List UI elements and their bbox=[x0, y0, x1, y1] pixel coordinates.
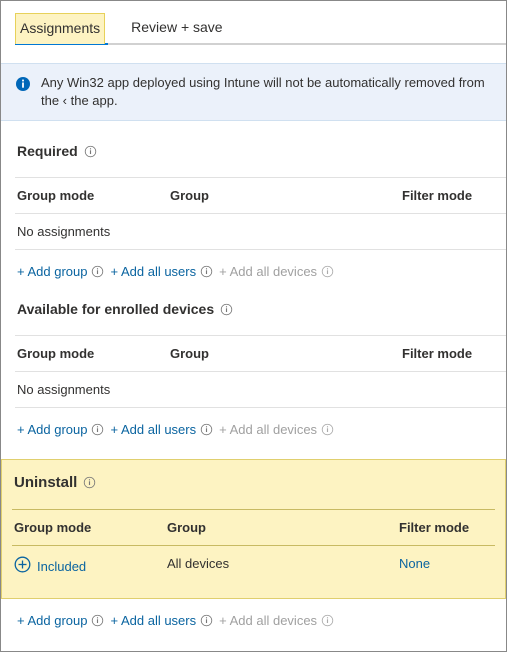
add-group-link[interactable]: + Add group bbox=[17, 264, 87, 279]
add-all-users-link[interactable]: + Add all users bbox=[110, 264, 196, 279]
info-icon[interactable] bbox=[220, 303, 233, 316]
info-banner-text: Any Win32 app deployed using Intune will… bbox=[41, 74, 498, 110]
col-group-mode: Group mode bbox=[15, 188, 170, 203]
table-header: Group mode Group Filter mode bbox=[15, 335, 506, 372]
add-group-link[interactable]: + Add group bbox=[17, 613, 87, 628]
col-filter-mode: Filter mode bbox=[399, 520, 495, 535]
table-header: Group mode Group Filter mode bbox=[15, 177, 506, 214]
info-icon[interactable] bbox=[321, 614, 334, 627]
info-icon[interactable] bbox=[321, 265, 334, 278]
add-group-link[interactable]: + Add group bbox=[17, 422, 87, 437]
section-required: Required Group mode Group Filter mode No… bbox=[15, 143, 506, 279]
section-title-uninstall: Uninstall bbox=[12, 474, 495, 491]
info-icon[interactable] bbox=[91, 423, 104, 436]
col-group: Group bbox=[170, 188, 402, 203]
tab-review-save[interactable]: Review + save bbox=[127, 13, 226, 44]
info-icon[interactable] bbox=[84, 145, 97, 158]
section-title-text: Available for enrolled devices bbox=[17, 301, 214, 317]
add-all-devices-link[interactable]: + Add all devices bbox=[219, 422, 317, 437]
tab-bar: Assignments Review + save bbox=[15, 11, 506, 44]
info-banner: Any Win32 app deployed using Intune will… bbox=[1, 63, 506, 121]
section-title-text: Required bbox=[17, 143, 78, 159]
section-title-required: Required bbox=[15, 143, 506, 159]
table-row: Included All devices None bbox=[12, 546, 495, 586]
tab-assignments[interactable]: Assignments bbox=[15, 13, 105, 44]
no-assignments-text: No assignments bbox=[15, 214, 506, 250]
col-group-mode: Group mode bbox=[15, 346, 170, 361]
add-all-users-link[interactable]: + Add all users bbox=[110, 422, 196, 437]
add-all-devices-link[interactable]: + Add all devices bbox=[219, 613, 317, 628]
included-label: Included bbox=[37, 559, 86, 574]
col-group: Group bbox=[167, 520, 399, 535]
info-icon[interactable] bbox=[91, 614, 104, 627]
filter-mode-link[interactable]: None bbox=[399, 556, 430, 571]
col-group-mode: Group mode bbox=[12, 520, 167, 535]
info-icon[interactable] bbox=[321, 423, 334, 436]
section-available: Available for enrolled devices Group mod… bbox=[15, 301, 506, 437]
add-all-users-link[interactable]: + Add all users bbox=[110, 613, 196, 628]
group-mode-included[interactable]: Included bbox=[14, 556, 167, 576]
table-header: Group mode Group Filter mode bbox=[12, 509, 495, 546]
info-icon[interactable] bbox=[91, 265, 104, 278]
add-all-devices-link[interactable]: + Add all devices bbox=[219, 264, 317, 279]
col-filter-mode: Filter mode bbox=[402, 346, 506, 361]
info-icon bbox=[15, 76, 31, 92]
section-title-available: Available for enrolled devices bbox=[15, 301, 506, 317]
no-assignments-text: No assignments bbox=[15, 372, 506, 408]
info-icon[interactable] bbox=[200, 423, 213, 436]
add-links-row: + Add group + Add all users + Add all de… bbox=[15, 599, 506, 628]
plus-circle-icon bbox=[14, 556, 31, 576]
info-icon[interactable] bbox=[83, 476, 96, 489]
col-filter-mode: Filter mode bbox=[402, 188, 506, 203]
col-group: Group bbox=[170, 346, 402, 361]
section-uninstall: Uninstall Group mode Group Filter mode I… bbox=[1, 459, 506, 599]
group-cell: All devices bbox=[167, 556, 399, 576]
section-title-text: Uninstall bbox=[14, 474, 77, 491]
info-icon[interactable] bbox=[200, 614, 213, 627]
info-icon[interactable] bbox=[200, 265, 213, 278]
add-links-row: + Add group + Add all users + Add all de… bbox=[15, 408, 506, 437]
add-links-row: + Add group + Add all users + Add all de… bbox=[15, 250, 506, 279]
